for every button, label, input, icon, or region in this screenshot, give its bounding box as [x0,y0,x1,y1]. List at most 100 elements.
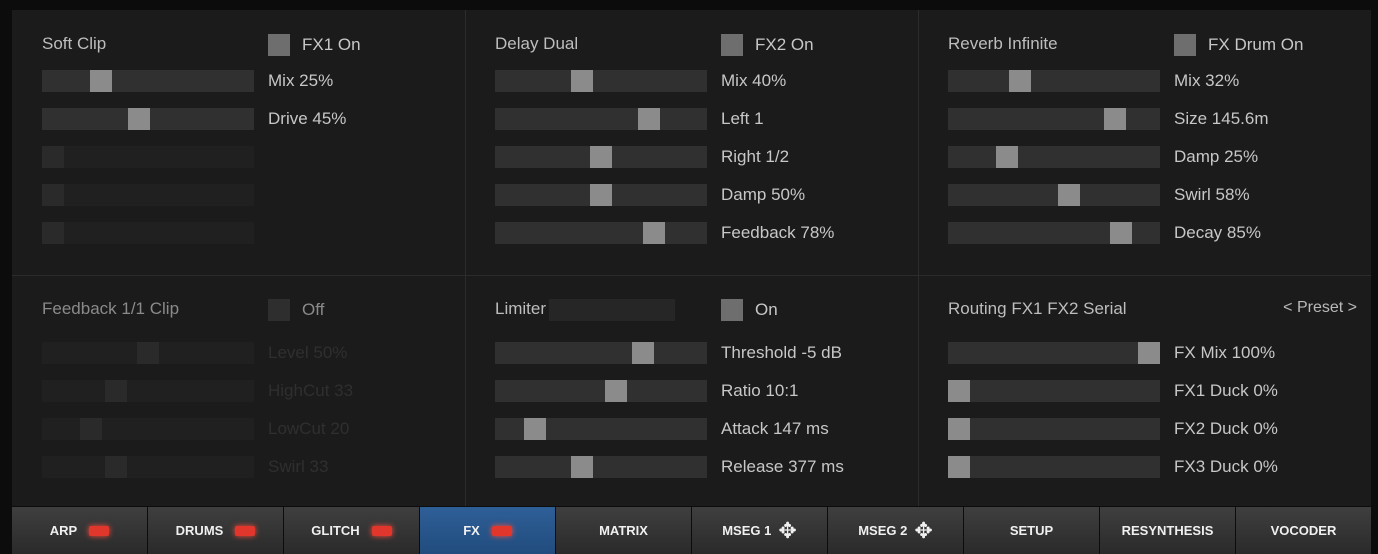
slider-knob[interactable] [996,146,1018,168]
slider-knob[interactable] [42,184,64,206]
slider-knob[interactable] [590,146,612,168]
slider-track[interactable] [495,222,707,244]
slider-track[interactable] [42,342,254,364]
tab-matrix[interactable]: MATRIX [556,507,691,554]
slider-knob[interactable] [524,418,546,440]
slider-track[interactable] [42,70,254,92]
section-title: Reverb Infinite [948,34,1058,53]
slider-label: LowCut 20 [268,419,350,438]
toggle-soft-clip[interactable]: FX1 On [268,34,361,56]
slider-track[interactable] [495,146,707,168]
slider-knob[interactable] [1009,70,1031,92]
slider-track[interactable] [42,380,254,402]
toggle-delay-dual[interactable]: FX2 On [721,34,814,56]
toggle-label: FX1 On [302,35,361,54]
move-icon: ✥ [914,517,933,543]
slider-label: Feedback 78% [721,223,835,242]
tab-label: MATRIX [599,523,648,538]
slider-knob[interactable] [605,380,627,402]
slider-track[interactable] [495,70,707,92]
slider-track[interactable] [42,184,254,206]
slider-track[interactable] [948,418,1160,440]
slider-knob[interactable] [948,380,970,402]
tab-resynthesis[interactable]: RESYNTHESIS [1100,507,1235,554]
slider-knob[interactable] [632,342,654,364]
slider-track[interactable] [948,222,1160,244]
toggle-box[interactable] [721,34,743,56]
slider-track[interactable] [495,380,707,402]
slider-knob[interactable] [42,146,64,168]
page-tabs: ARP DRUMS GLITCH FX MATRIX MSEG 1 ✥ MSEG 2 ✥ SETU… [12,507,1371,554]
tab-drums[interactable]: DRUMS [148,507,283,554]
toggle-limiter[interactable]: On [721,299,778,321]
slider-track[interactable] [42,456,254,478]
slider-label: Left 1 [721,109,764,128]
toggle-box[interactable] [721,299,743,321]
slider-track[interactable] [42,222,254,244]
slider-knob[interactable] [1058,184,1080,206]
slider-label: FX3 Duck 0% [1174,457,1278,476]
preset-selector[interactable]: < Preset > [1283,299,1357,317]
slider-track[interactable] [948,380,1160,402]
slider-label: FX2 Duck 0% [1174,419,1278,438]
tab-label: FX [463,523,480,538]
slider-track[interactable] [948,70,1160,92]
slider-track[interactable] [495,108,707,130]
section-soft-clip: Soft Clip FX1 On Mix 25% Drive 45% [12,10,465,275]
tab-mseg-1[interactable]: MSEG 1 ✥ [692,507,827,554]
slider-track[interactable] [495,418,707,440]
slider-track[interactable] [42,108,254,130]
slider-track[interactable] [948,146,1160,168]
slider-knob[interactable] [1138,342,1160,364]
slider-track[interactable] [948,184,1160,206]
slider-knob[interactable] [128,108,150,130]
led-icon [235,525,256,536]
slider-knob[interactable] [42,222,64,244]
tab-fx[interactable]: FX [420,507,555,554]
slider-knob[interactable] [571,70,593,92]
slider-knob[interactable] [1104,108,1126,130]
tab-arp[interactable]: ARP [12,507,147,554]
tab-vocoder[interactable]: VOCODER [1236,507,1371,554]
tab-setup[interactable]: SETUP [964,507,1099,554]
slider-label: Size 145.6m [1174,109,1269,128]
slider-label: FX1 Duck 0% [1174,381,1278,400]
slider-label: Level 50% [268,343,348,362]
slider-track[interactable] [495,342,707,364]
slider-knob[interactable] [137,342,159,364]
slider-knob[interactable] [90,70,112,92]
slider-knob[interactable] [105,380,127,402]
toggle-feedback[interactable]: Off [268,299,324,321]
tab-mseg-2[interactable]: MSEG 2 ✥ [828,507,963,554]
slider-knob[interactable] [590,184,612,206]
slider-knob[interactable] [638,108,660,130]
slider-knob[interactable] [1110,222,1132,244]
slider-track[interactable] [495,456,707,478]
toggle-box[interactable] [268,299,290,321]
slider-track[interactable] [495,184,707,206]
toggle-label: FX2 On [755,35,814,54]
slider-knob[interactable] [80,418,102,440]
slider-knob[interactable] [643,222,665,244]
led-icon [371,525,392,536]
tab-glitch[interactable]: GLITCH [284,507,419,554]
section-routing: Routing FX1 FX2 Serial < Preset > FX Mix 1… [918,275,1371,540]
limiter-meter [549,299,675,321]
slider-track[interactable] [948,456,1160,478]
section-reverb-infinite: Reverb Infinite FX Drum On Mix 32% Size 145… [918,10,1371,275]
slider-knob[interactable] [948,418,970,440]
slider-knob[interactable] [571,456,593,478]
section-limiter: Limiter On Threshold -5 dB Ratio 10:1 Attack… [465,275,918,540]
slider-track[interactable] [948,342,1160,364]
fx-page: Soft Clip FX1 On Mix 25% Drive 45% Delay Dua… [0,0,1378,554]
toggle-reverb-infinite[interactable]: FX Drum On [1174,34,1303,56]
slider-knob[interactable] [948,456,970,478]
slider-label: Swirl 33 [268,457,329,476]
toggle-box[interactable] [1174,34,1196,56]
toggle-box[interactable] [268,34,290,56]
slider-track[interactable] [42,418,254,440]
slider-track[interactable] [42,146,254,168]
slider-track[interactable] [948,108,1160,130]
slider-knob[interactable] [105,456,127,478]
slider-label: Swirl 58% [1174,185,1250,204]
